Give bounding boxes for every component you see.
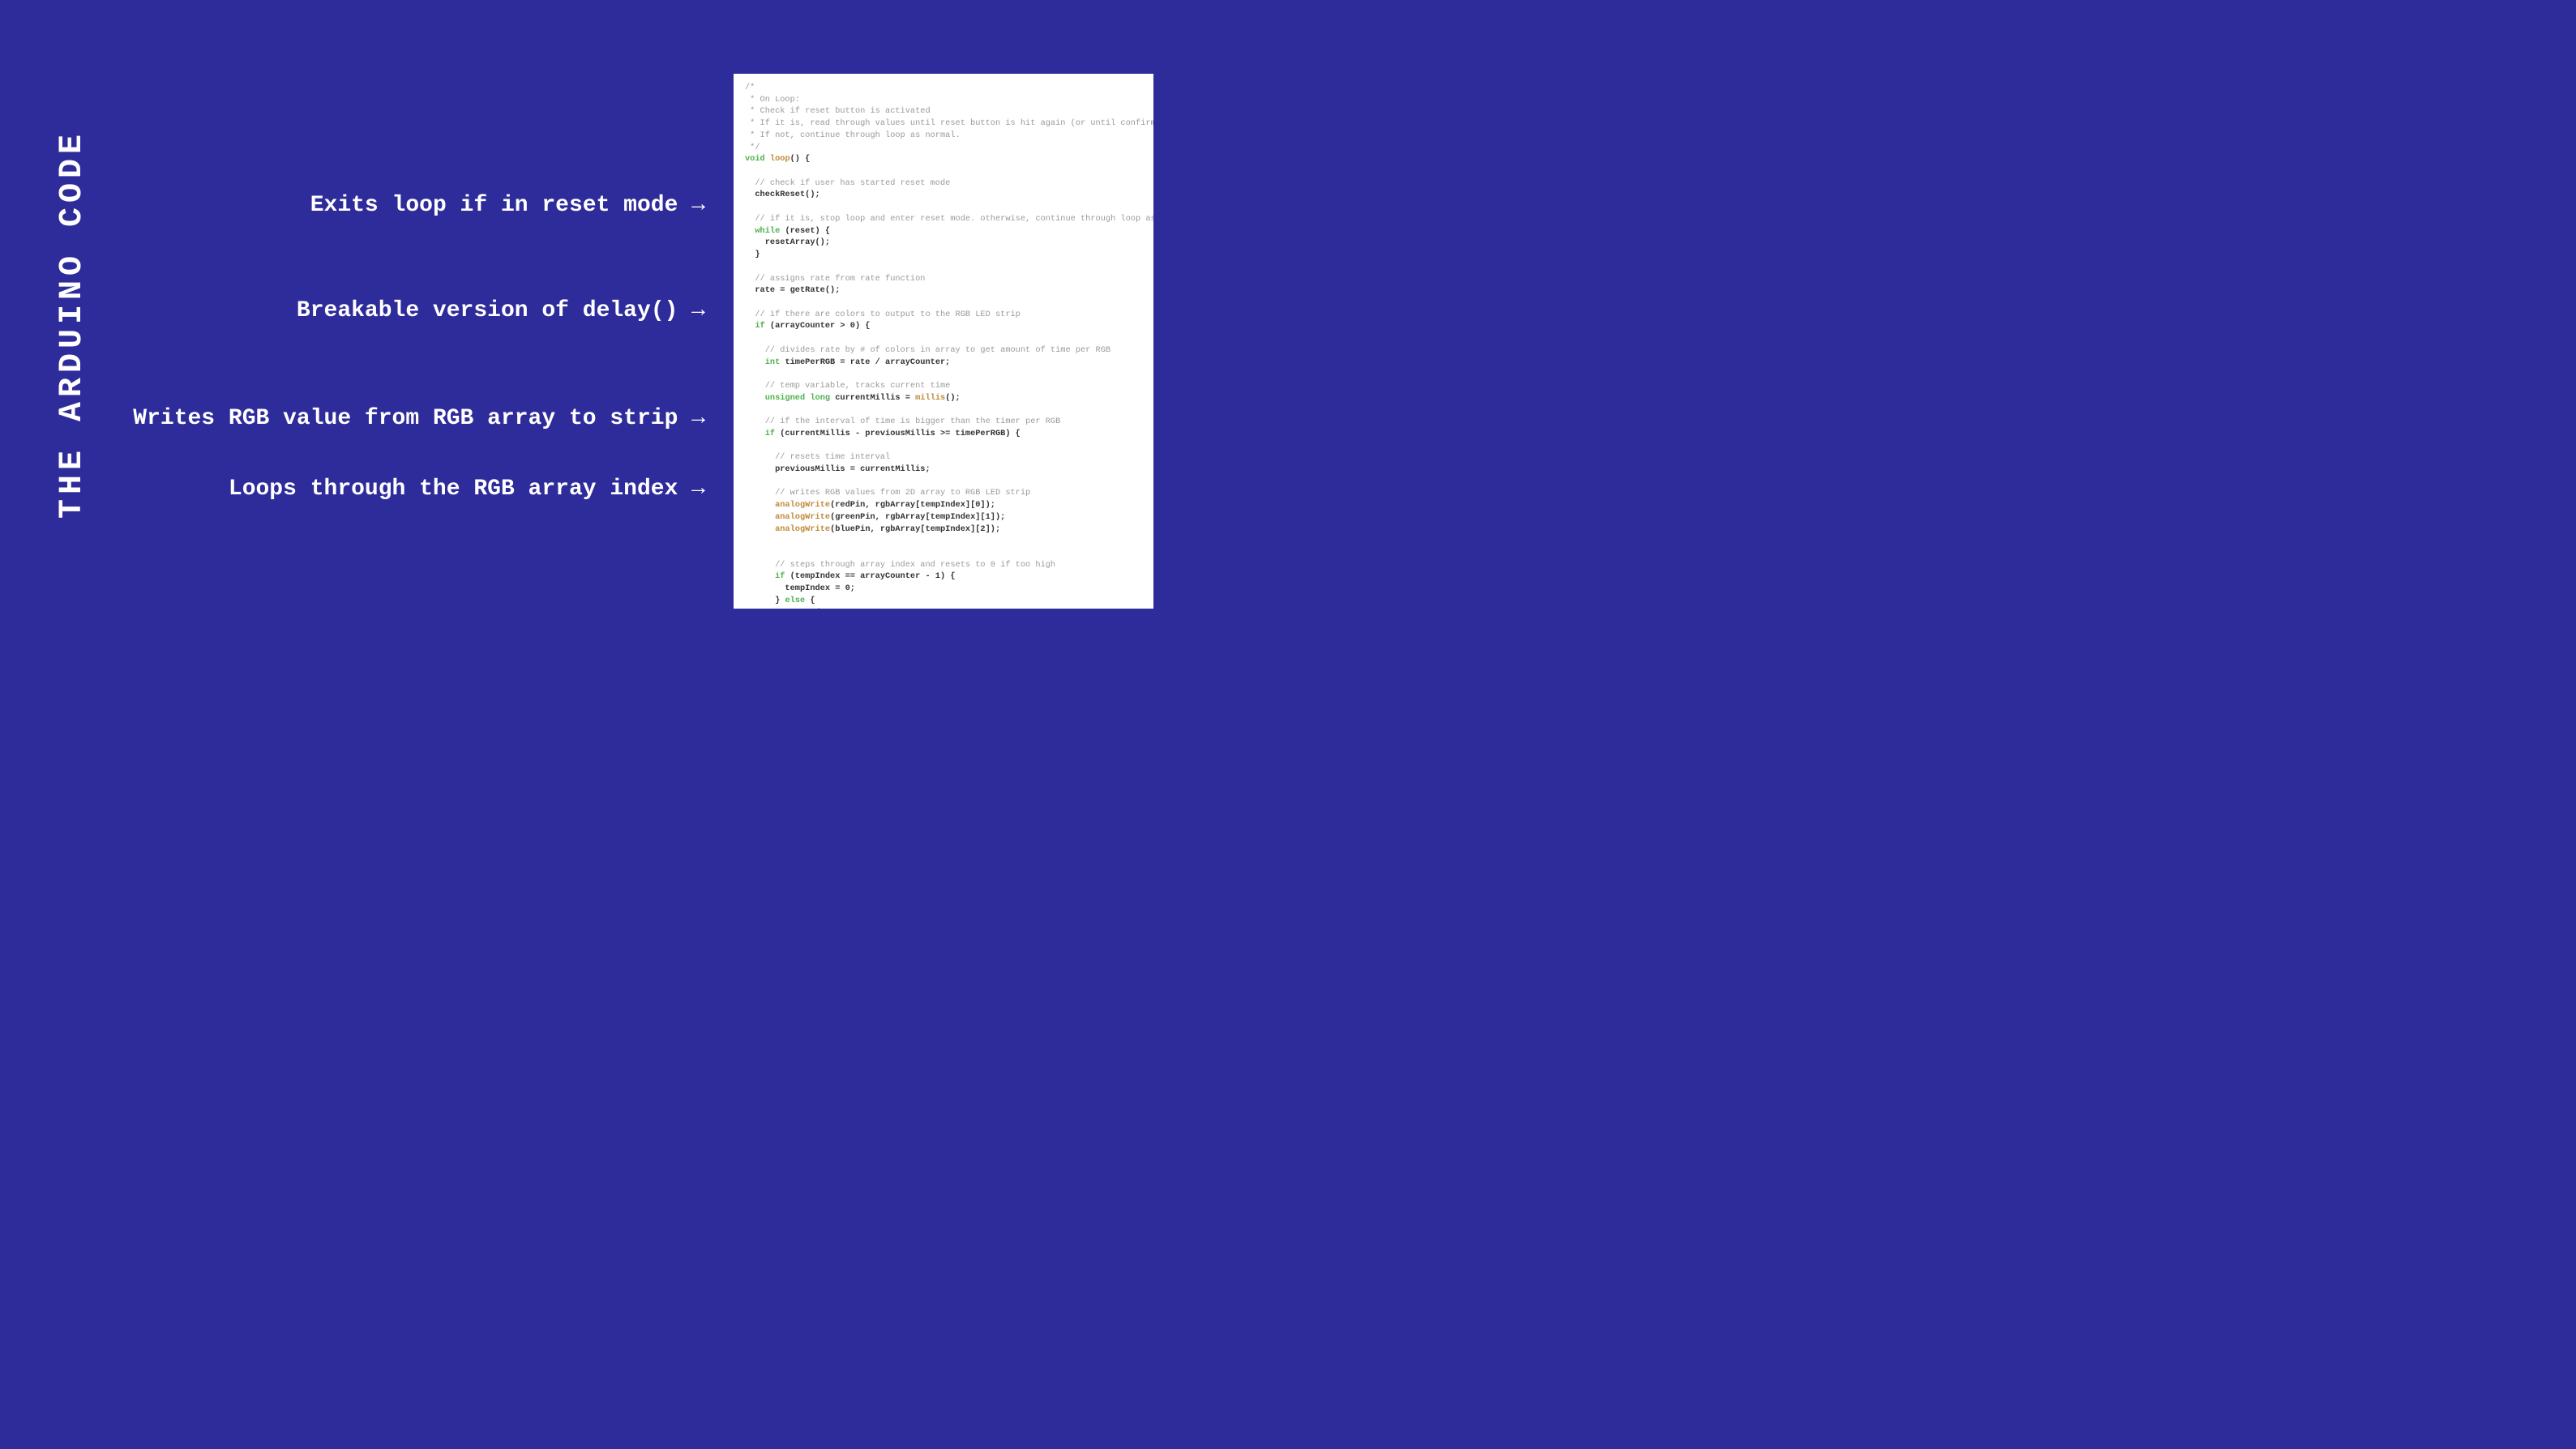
code-token [745,512,775,522]
code-token: loop [770,154,790,164]
code-line: resetArray(); [745,237,830,247]
code-token: void [745,154,765,164]
code-line: rate = getRate(); [745,285,840,295]
code-line: * If it is, read through values until re… [745,118,1153,128]
code-token: if [765,429,775,438]
code-token [745,429,765,438]
code-line: // writes RGB values from 2D array to RG… [745,488,1030,498]
code-line: // steps through array index and resets … [745,560,1055,570]
code-token [745,321,755,331]
code-token: (greenPin, rgbArray[tempIndex][1]); [830,512,1005,522]
code-line: previousMillis = currentMillis; [745,464,931,474]
code-line: */ [745,143,760,152]
code-token: while [755,226,780,236]
code-token [745,500,775,510]
code-token: analogWrite [775,524,830,534]
code-line: } [745,250,760,259]
code-token: (); [945,393,961,403]
code-line: /* [745,83,755,92]
slide-title-vertical: THE ARDUINO CODE [54,130,91,519]
code-line: tempIndex = 0; [745,583,855,593]
code-token [745,571,775,581]
code-token: analogWrite [775,512,830,522]
code-token: else [785,596,805,605]
code-token: (tempIndex == arrayCounter - 1) { [785,571,955,581]
code-token: analogWrite [775,500,830,510]
code-panel: /* * On Loop: * Check if reset button is… [734,74,1153,609]
code-token: (redPin, rgbArray[tempIndex][0]); [830,500,995,510]
code-token: unsigned long [765,393,830,403]
code-line: * On Loop: [745,95,800,105]
code-token: (bluePin, rgbArray[tempIndex][2]); [830,524,1000,534]
annotation-breakable-delay: Breakable version of delay() → [297,298,705,323]
code-token: { [805,596,815,605]
annotation-write-rgb: Writes RGB value from RGB array to strip… [133,406,705,431]
code-line: // check if user has started reset mode [745,178,950,188]
code-line: // divides rate by # of colors in array … [745,345,1110,355]
code-line: * If not, continue through loop as norma… [745,130,961,140]
code-token: () { [790,154,811,164]
annotation-reset-mode: Exits loop if in reset mode → [310,193,705,218]
code-line: // temp variable, tracks current time [745,381,950,391]
annotation-loop-index: Loops through the RGB array index → [229,477,705,502]
code-line: // if there are colors to output to the … [745,310,1021,319]
code-token: if [755,321,764,331]
code-token: millis [915,393,945,403]
code-token: (arrayCounter > 0) { [765,321,871,331]
code-token: currentMillis = [830,393,915,403]
code-token: (reset) { [780,226,830,236]
code-token: if [775,571,785,581]
code-token [745,357,765,367]
code-token [745,393,765,403]
code-block: /* * On Loop: * Check if reset button is… [745,82,1147,609]
code-token: timePerRGB = rate / arrayCounter; [780,357,950,367]
code-line: // if the interval of time is bigger tha… [745,417,1060,426]
code-line: checkReset(); [745,190,820,199]
code-token [745,226,755,236]
code-line: // if it is, stop loop and enter reset m… [745,214,1153,224]
code-token [745,524,775,534]
code-token: int [765,357,781,367]
code-line: // resets time interval [745,452,890,462]
code-line: * Check if reset button is activated [745,106,931,116]
code-line: tempIndex++; [745,608,845,609]
code-token: (currentMillis - previousMillis >= timeP… [775,429,1021,438]
code-token: } [745,596,785,605]
code-line: // assigns rate from rate function [745,274,925,284]
